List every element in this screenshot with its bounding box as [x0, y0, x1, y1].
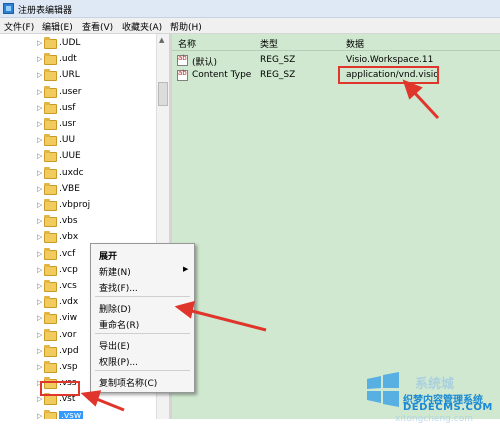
red-arrow-vsw [93, 396, 125, 412]
watermark-domain: DEDECMS.COM [403, 402, 493, 413]
watermark-site-name: 系统城 [415, 377, 455, 392]
watermark: 系统城 织梦内容管理系统 DEDECMS.COM xitongcheng.com [345, 367, 500, 424]
arrowhead-icon [174, 300, 196, 319]
annotation-arrows [80, 79, 440, 412]
watermark-url: xitongcheng.com [395, 414, 473, 424]
red-arrow-data [410, 88, 440, 120]
red-arrow-delete [187, 308, 267, 332]
arrowhead-icon [80, 390, 102, 407]
windows-logo-icon [367, 372, 399, 407]
